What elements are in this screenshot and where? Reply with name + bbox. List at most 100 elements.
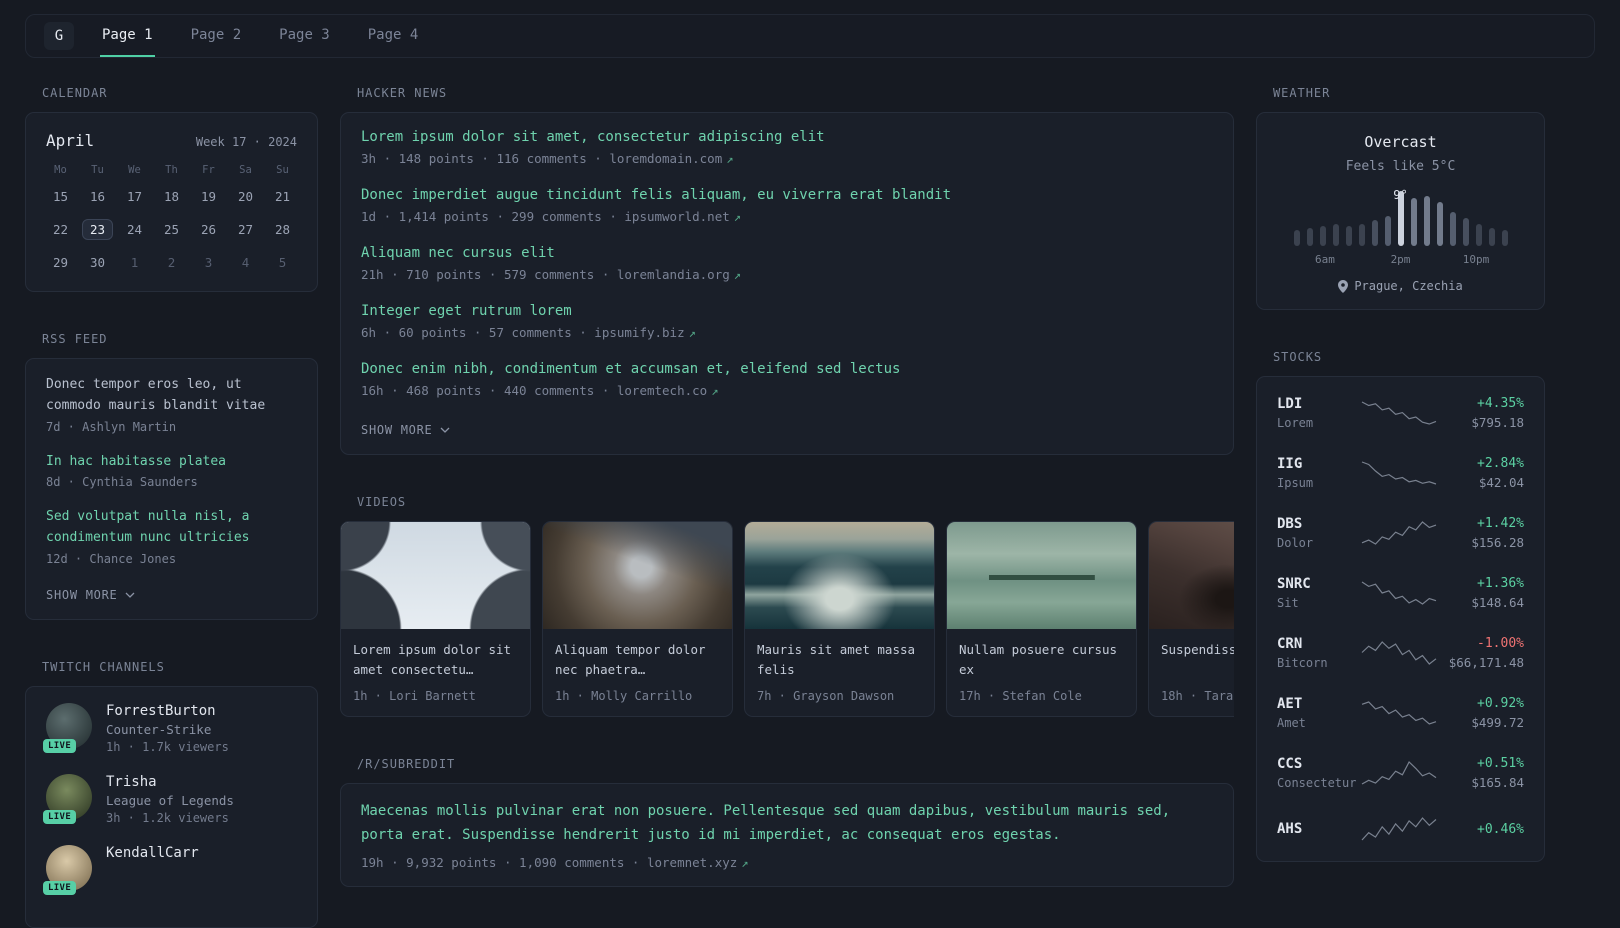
- stock-values: +2.84% $42.04: [1437, 456, 1524, 490]
- twitch-channel-name[interactable]: KendallCarr: [106, 845, 199, 861]
- video-card[interactable]: Nullam posuere cursus ex 17h · Stefan Col…: [946, 521, 1137, 717]
- calendar-day[interactable]: 16: [79, 183, 116, 209]
- calendar-day[interactable]: 21: [264, 183, 301, 209]
- weather-bar: [1358, 224, 1365, 246]
- video-card-body: Suspendisse diam 18h · Tara: [1149, 629, 1234, 716]
- calendar-day[interactable]: 15: [42, 183, 79, 209]
- twitch-channel-category: League of Legends: [106, 792, 234, 808]
- weather-bar: [1319, 226, 1326, 246]
- rss-item-title[interactable]: In hac habitasse platea: [46, 452, 297, 473]
- external-link-icon[interactable]: ↗: [689, 326, 696, 340]
- video-meta: 7h · Grayson Dawson: [757, 689, 895, 703]
- stock-sparkline-chart: [1361, 641, 1436, 665]
- tab-page-4[interactable]: Page 4: [366, 15, 421, 57]
- calendar-day[interactable]: 3: [190, 249, 227, 275]
- calendar-day[interactable]: 1: [116, 249, 153, 275]
- stock-row[interactable]: CRN Bitcorn -1.00% $66,171.48: [1277, 623, 1524, 683]
- external-link-icon[interactable]: ↗: [711, 384, 718, 398]
- stock-change: -1.00%: [1477, 636, 1524, 651]
- stock-row[interactable]: AHS +0.46%: [1277, 803, 1524, 855]
- tab-page-3[interactable]: Page 3: [277, 15, 332, 57]
- hacker-news-item-title[interactable]: Donec imperdiet augue tincidunt felis al…: [361, 187, 1213, 203]
- stock-values: +0.92% $499.72: [1437, 696, 1524, 730]
- rss-show-more-button[interactable]: SHOW MORE: [46, 588, 135, 602]
- calendar-day-header: Su: [276, 164, 289, 176]
- twitch-channel-info: Trisha League of Legends 3h · 1.2k viewers: [106, 774, 234, 825]
- stock-row[interactable]: DBS Dolor +1.42% $156.28: [1277, 503, 1524, 563]
- stock-symbol: LDI: [1277, 396, 1303, 412]
- tab-page-1[interactable]: Page 1: [100, 15, 155, 57]
- video-thumbnail: [341, 522, 530, 629]
- calendar-day[interactable]: 28: [264, 216, 301, 242]
- stock-name: Consectetur: [1277, 776, 1357, 790]
- calendar-day[interactable]: 18: [153, 183, 190, 209]
- external-link-icon[interactable]: ↗: [734, 210, 741, 224]
- hacker-news-item: Aliquam nec cursus elit 21h · 710 points …: [361, 245, 1213, 282]
- weather-section-label: WEATHER: [1273, 86, 1331, 100]
- app-logo[interactable]: G: [44, 22, 74, 50]
- rss-item-title[interactable]: Sed volutpat nulla nisl, a condimentum n…: [46, 507, 297, 549]
- calendar-day[interactable]: 17: [116, 183, 153, 209]
- video-card[interactable]: Aliquam tempor dolor nec phaetra… 1h · Mo…: [542, 521, 733, 717]
- hacker-news-item-meta-text: 16h · 468 points · 440 comments · loremt…: [361, 383, 708, 398]
- chevron-down-icon: [440, 427, 449, 433]
- stock-row[interactable]: LDI Lorem +4.35% $795.18: [1277, 383, 1524, 443]
- videos-row: Lorem ipsum dolor sit amet consectetu… 1h…: [340, 521, 1234, 717]
- stock-identity: IIG Ipsum: [1277, 456, 1361, 490]
- twitch-channel-item[interactable]: LIVE Trisha League of Legends 3h · 1.2k vie…: [43, 773, 297, 825]
- twitch-channel-item[interactable]: LIVE KendallCarr: [43, 844, 297, 895]
- video-card[interactable]: Lorem ipsum dolor sit amet consectetu… 1h…: [340, 521, 531, 717]
- calendar-day-header: Mo: [54, 164, 67, 176]
- stock-name: Bitcorn: [1277, 656, 1328, 670]
- external-link-icon[interactable]: ↗: [741, 856, 748, 870]
- hacker-news-show-more-button[interactable]: SHOW MORE: [361, 423, 450, 437]
- subreddit-post-title[interactable]: Maecenas mollis pulvinar erat non posuer…: [361, 800, 1213, 848]
- stock-price: $42.04: [1478, 475, 1524, 490]
- rss-card: Donec tempor eros leo, ut commodo mauris…: [25, 358, 318, 620]
- calendar-day[interactable]: 27: [227, 216, 264, 242]
- calendar-day[interactable]: 22: [42, 216, 79, 242]
- calendar-day[interactable]: 24: [116, 216, 153, 242]
- calendar-day-number: 26: [200, 221, 217, 237]
- stock-identity: LDI Lorem: [1277, 396, 1361, 430]
- tab-page-2[interactable]: Page 2: [189, 15, 244, 57]
- external-link-icon[interactable]: ↗: [726, 152, 733, 166]
- stocks-card: LDI Lorem +4.35% $795.18 IIG Ipsum +2.84% $42.0…: [1256, 376, 1545, 862]
- twitch-channel-name[interactable]: ForrestBurton: [106, 703, 229, 719]
- hacker-news-item-meta: 3h · 148 points · 116 comments · loremdo…: [361, 151, 1213, 166]
- calendar-day[interactable]: 29: [42, 249, 79, 275]
- twitch-channel-item[interactable]: LIVE ForrestBurton Counter-Strike 1h · 1.7k…: [43, 702, 297, 754]
- calendar-day[interactable]: 4: [227, 249, 264, 275]
- calendar-day[interactable]: 23: [79, 216, 116, 242]
- stock-change: +2.84%: [1477, 456, 1524, 471]
- stock-row[interactable]: AET Amet +0.92% $499.72: [1277, 683, 1524, 743]
- calendar-day[interactable]: 25: [153, 216, 190, 242]
- stocks-list: LDI Lorem +4.35% $795.18 IIG Ipsum +2.84% $42.0…: [1277, 383, 1524, 855]
- stock-price: $795.18: [1471, 415, 1524, 430]
- hacker-news-item-title[interactable]: Donec enim nibh, condimentum et accumsan…: [361, 361, 1213, 377]
- weather-bar: [1449, 212, 1456, 246]
- video-card[interactable]: Suspendisse diam 18h · Tara: [1148, 521, 1234, 717]
- calendar-day-number: 17: [126, 188, 143, 204]
- hacker-news-item-title[interactable]: Lorem ipsum dolor sit amet, consectetur …: [361, 129, 1213, 145]
- calendar-day[interactable]: 20: [227, 183, 264, 209]
- video-card[interactable]: Mauris sit amet massa felis 7h · Grayson …: [744, 521, 935, 717]
- stock-values: -1.00% $66,171.48: [1437, 636, 1524, 670]
- calendar-day[interactable]: 30: [79, 249, 116, 275]
- calendar-day[interactable]: 5: [264, 249, 301, 275]
- stock-sparkline-chart: [1361, 401, 1436, 425]
- calendar-day-number: 29: [52, 254, 69, 270]
- external-link-icon[interactable]: ↗: [734, 268, 741, 282]
- stock-row[interactable]: SNRC Sit +1.36% $148.64: [1277, 563, 1524, 623]
- hacker-news-card: Lorem ipsum dolor sit amet, consectetur …: [340, 112, 1234, 455]
- hacker-news-item-title[interactable]: Aliquam nec cursus elit: [361, 245, 1213, 261]
- stock-row[interactable]: CCS Consectetur +0.51% $165.84: [1277, 743, 1524, 803]
- rss-item-title[interactable]: Donec tempor eros leo, ut commodo mauris…: [46, 375, 297, 417]
- calendar-day[interactable]: 19: [190, 183, 227, 209]
- calendar-day[interactable]: 26: [190, 216, 227, 242]
- stock-row[interactable]: IIG Ipsum +2.84% $42.04: [1277, 443, 1524, 503]
- twitch-channel-name[interactable]: Trisha: [106, 774, 234, 790]
- hacker-news-item-title[interactable]: Integer eget rutrum lorem: [361, 303, 1213, 319]
- calendar-day[interactable]: 2: [153, 249, 190, 275]
- twitch-channel-info: ForrestBurton Counter-Strike 1h · 1.7k vie…: [106, 703, 229, 754]
